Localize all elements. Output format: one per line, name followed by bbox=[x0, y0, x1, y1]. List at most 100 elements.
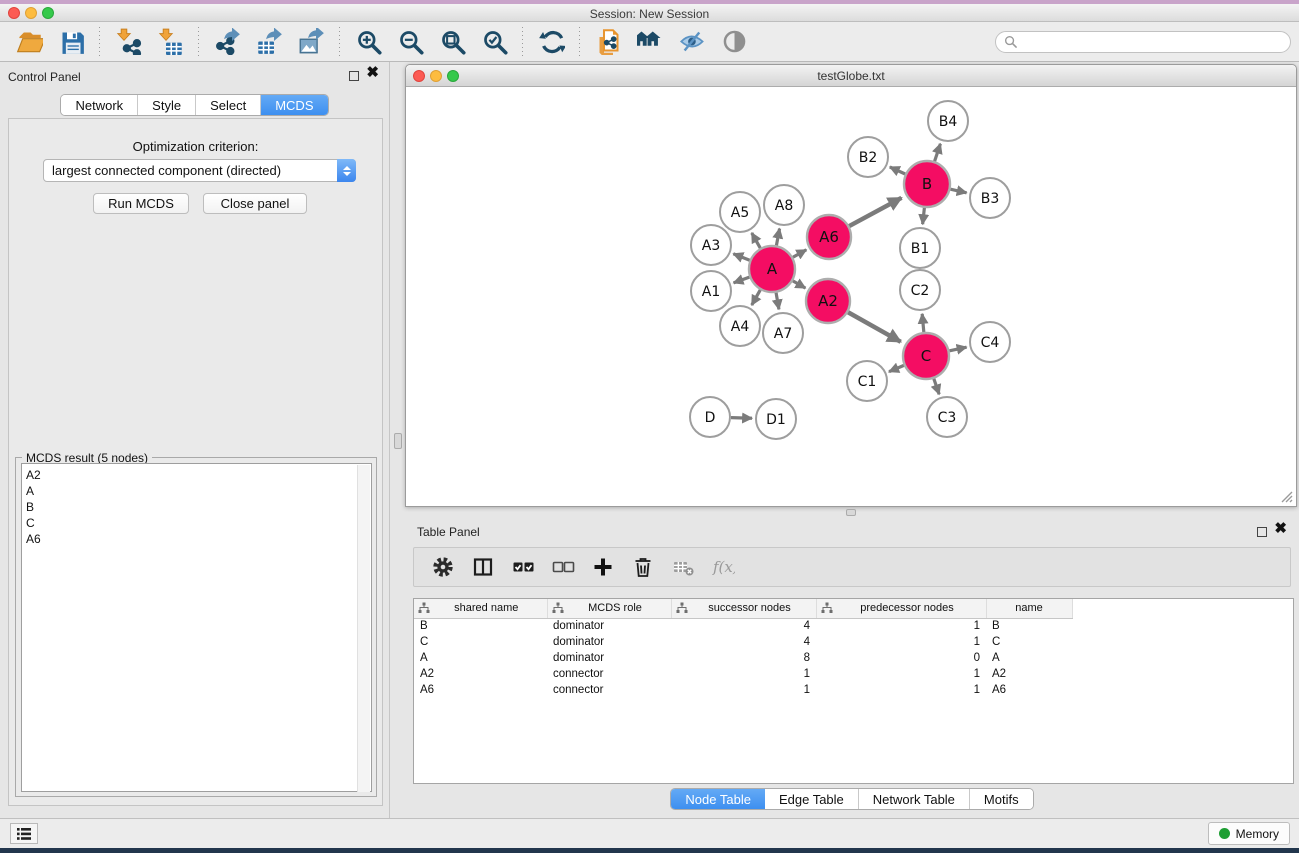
delete-row-button[interactable] bbox=[626, 551, 660, 583]
zoom-out-button[interactable] bbox=[389, 25, 431, 59]
cell-successor-nodes[interactable]: 8 bbox=[671, 650, 816, 666]
tab-network-table[interactable]: Network Table bbox=[859, 789, 970, 809]
node-D[interactable]: D bbox=[690, 397, 730, 437]
cell-name[interactable]: A bbox=[986, 650, 1072, 666]
edge-D-D1[interactable] bbox=[731, 418, 752, 419]
edge-C-C1[interactable] bbox=[889, 365, 904, 371]
edge-B-B2[interactable] bbox=[890, 167, 905, 174]
close-panel-button[interactable]: Close panel bbox=[203, 193, 307, 214]
cell-shared-name[interactable]: A bbox=[414, 650, 547, 666]
cell-name[interactable]: A2 bbox=[986, 666, 1072, 682]
cell-shared-name[interactable]: A2 bbox=[414, 666, 547, 682]
import-network-button[interactable] bbox=[107, 25, 149, 59]
node-B2[interactable]: B2 bbox=[848, 137, 888, 177]
split-divider-handle[interactable] bbox=[394, 433, 402, 449]
zoom-fit-button[interactable] bbox=[431, 25, 473, 59]
cell-MCDS-role[interactable]: dominator bbox=[547, 618, 671, 634]
result-item[interactable]: A6 bbox=[26, 531, 371, 547]
select-all-button[interactable] bbox=[506, 551, 540, 583]
criterion-dropdown[interactable]: largest connected component (directed) bbox=[43, 159, 356, 182]
network-window-titlebar[interactable]: testGlobe.txt bbox=[406, 65, 1296, 87]
result-item[interactable]: A bbox=[26, 483, 371, 499]
tab-motifs[interactable]: Motifs bbox=[970, 789, 1033, 809]
cell-predecessor-nodes[interactable]: 0 bbox=[816, 650, 986, 666]
tab-network[interactable]: Network bbox=[61, 95, 138, 115]
column-header-MCDS-role[interactable]: MCDS role bbox=[547, 599, 671, 618]
float-table-panel-icon[interactable] bbox=[1257, 527, 1267, 537]
zoom-in-button[interactable] bbox=[347, 25, 389, 59]
edge-A-A4[interactable] bbox=[752, 290, 761, 305]
node-C4[interactable]: C4 bbox=[970, 322, 1010, 362]
show-graphics-button[interactable] bbox=[713, 25, 755, 59]
node-C1[interactable]: C1 bbox=[847, 361, 887, 401]
node-C[interactable]: C bbox=[903, 333, 949, 379]
node-B1[interactable]: B1 bbox=[900, 228, 940, 268]
resize-grip-icon[interactable] bbox=[1279, 489, 1293, 503]
cell-MCDS-role[interactable]: connector bbox=[547, 682, 671, 698]
memory-button[interactable]: Memory bbox=[1208, 822, 1290, 845]
cell-predecessor-nodes[interactable]: 1 bbox=[816, 634, 986, 650]
search-input[interactable] bbox=[1017, 35, 1282, 49]
open-browser-button[interactable] bbox=[629, 25, 671, 59]
edge-A2-C[interactable] bbox=[848, 312, 901, 342]
network-canvas[interactable]: B4B2BB3A8A5A6A3B1AC2A1A2A4A7C4CC1C3DD1 bbox=[406, 87, 1296, 506]
table-row[interactable]: Adominator80A bbox=[414, 650, 1072, 666]
cell-shared-name[interactable]: B bbox=[414, 618, 547, 634]
deselect-all-button[interactable] bbox=[546, 551, 580, 583]
tab-mcds[interactable]: MCDS bbox=[261, 95, 327, 115]
mcds-result-list[interactable]: A2ABCA6 bbox=[21, 463, 372, 792]
column-header-name[interactable]: name bbox=[986, 599, 1072, 618]
refresh-layout-button[interactable] bbox=[530, 25, 572, 59]
edge-A-A7[interactable] bbox=[776, 293, 779, 310]
node-A4[interactable]: A4 bbox=[720, 306, 760, 346]
horizontal-split-handle[interactable] bbox=[846, 509, 856, 516]
tab-edge-table[interactable]: Edge Table bbox=[765, 789, 859, 809]
result-item[interactable]: C bbox=[26, 515, 371, 531]
node-A6[interactable]: A6 bbox=[807, 215, 851, 259]
open-session-button[interactable] bbox=[8, 25, 50, 59]
result-item[interactable]: A2 bbox=[26, 467, 371, 483]
edge-B-B1[interactable] bbox=[923, 208, 925, 224]
node-A3[interactable]: A3 bbox=[691, 225, 731, 265]
edge-A-A6[interactable] bbox=[793, 250, 806, 258]
cell-successor-nodes[interactable]: 1 bbox=[671, 666, 816, 682]
edge-C-C2[interactable] bbox=[922, 314, 924, 332]
columns-button[interactable] bbox=[466, 551, 500, 583]
cell-successor-nodes[interactable]: 4 bbox=[671, 634, 816, 650]
zoom-selected-button[interactable] bbox=[473, 25, 515, 59]
edge-A-A2[interactable] bbox=[793, 281, 806, 288]
table-row[interactable]: A6connector11A6 bbox=[414, 682, 1072, 698]
cell-MCDS-role[interactable]: dominator bbox=[547, 634, 671, 650]
cell-MCDS-role[interactable]: dominator bbox=[547, 650, 671, 666]
cell-shared-name[interactable]: A6 bbox=[414, 682, 547, 698]
edge-C-C3[interactable] bbox=[934, 379, 939, 395]
export-network-button[interactable] bbox=[206, 25, 248, 59]
node-A1[interactable]: A1 bbox=[691, 271, 731, 311]
column-header-successor-nodes[interactable]: successor nodes bbox=[671, 599, 816, 618]
export-table-button[interactable] bbox=[248, 25, 290, 59]
import-table-button[interactable] bbox=[149, 25, 191, 59]
table-row[interactable]: Cdominator41C bbox=[414, 634, 1072, 650]
node-A7[interactable]: A7 bbox=[763, 313, 803, 353]
edge-A-A8[interactable] bbox=[776, 229, 779, 246]
edge-B-B3[interactable] bbox=[950, 189, 966, 193]
column-header-shared-name[interactable]: shared name bbox=[414, 599, 547, 618]
node-A8[interactable]: A8 bbox=[764, 185, 804, 225]
edge-A-A5[interactable] bbox=[752, 233, 761, 248]
network-from-selection-button[interactable] bbox=[587, 25, 629, 59]
cell-predecessor-nodes[interactable]: 1 bbox=[816, 666, 986, 682]
tab-select[interactable]: Select bbox=[196, 95, 261, 115]
node-B3[interactable]: B3 bbox=[970, 178, 1010, 218]
column-header-predecessor-nodes[interactable]: predecessor nodes bbox=[816, 599, 986, 618]
tab-style[interactable]: Style bbox=[138, 95, 196, 115]
table-row[interactable]: Bdominator41B bbox=[414, 618, 1072, 634]
float-panel-icon[interactable] bbox=[349, 71, 359, 81]
cell-name[interactable]: A6 bbox=[986, 682, 1072, 698]
node-table[interactable]: shared name MCDS role successor nodes pr… bbox=[413, 598, 1294, 784]
settings-button[interactable] bbox=[426, 551, 460, 583]
show-panels-button[interactable] bbox=[10, 823, 38, 844]
result-item[interactable]: B bbox=[26, 499, 371, 515]
edge-A-A3[interactable] bbox=[733, 254, 749, 260]
cell-successor-nodes[interactable]: 1 bbox=[671, 682, 816, 698]
hide-panels-button[interactable] bbox=[671, 25, 713, 59]
